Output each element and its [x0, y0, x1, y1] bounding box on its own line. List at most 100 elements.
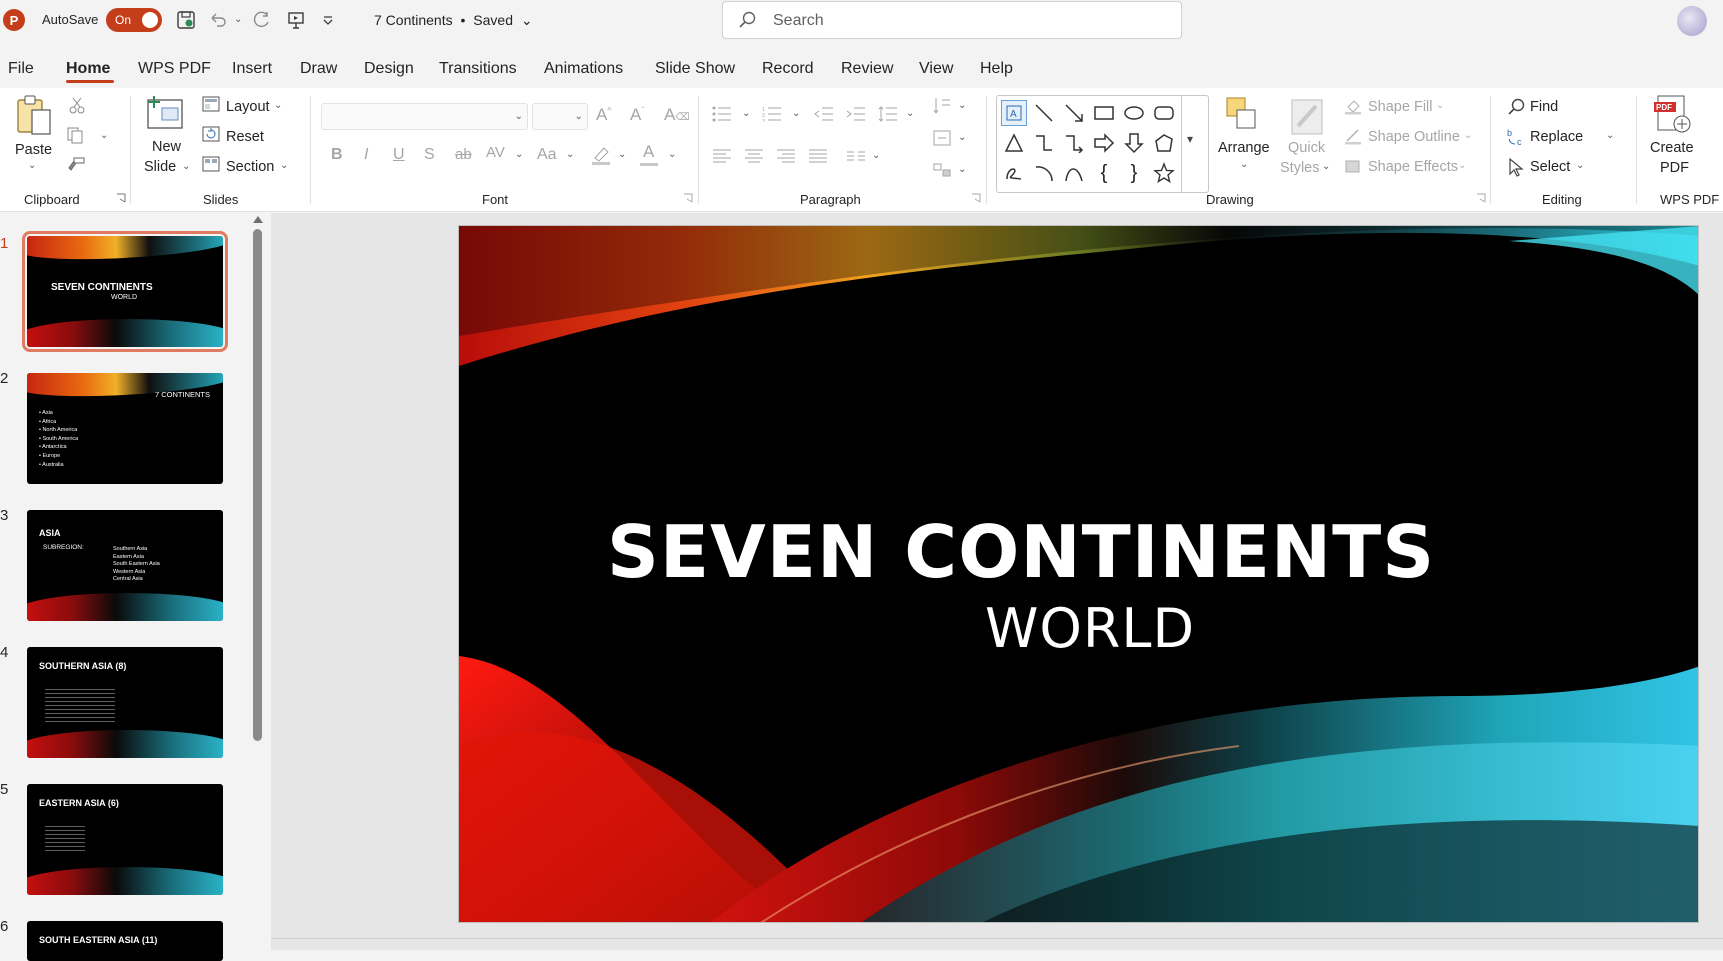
- clear-formatting-icon[interactable]: A⌫: [664, 105, 689, 125]
- chevron-down-icon[interactable]: ⌄: [906, 108, 914, 119]
- shape-outline-icon[interactable]: [1344, 127, 1362, 145]
- arrow-line-shape-icon[interactable]: [1061, 100, 1087, 126]
- right-arrow-shape-icon[interactable]: [1091, 130, 1117, 156]
- section-label[interactable]: Section: [226, 159, 274, 175]
- save-icon[interactable]: [174, 8, 198, 32]
- find-icon[interactable]: [1506, 97, 1526, 117]
- font-name-combo[interactable]: ⌄: [321, 103, 528, 130]
- quick-styles-dropdown-icon[interactable]: ⌄: [1322, 161, 1330, 172]
- copy-dropdown-icon[interactable]: ⌄: [100, 130, 108, 141]
- tab-record[interactable]: Record: [762, 60, 814, 78]
- elbow-arrow-shape-icon[interactable]: [1061, 130, 1087, 156]
- tab-wps-pdf[interactable]: WPS PDF: [138, 60, 211, 78]
- numbering-icon[interactable]: 123: [762, 106, 782, 122]
- chevron-down-icon[interactable]: ⌄: [958, 100, 966, 111]
- freeform-shape-icon[interactable]: [1151, 130, 1177, 156]
- highlight-icon[interactable]: [590, 144, 612, 166]
- tab-home[interactable]: Home: [66, 60, 110, 78]
- select-label[interactable]: Select: [1530, 159, 1570, 175]
- new-slide-icon[interactable]: [146, 94, 186, 134]
- reset-label[interactable]: Reset: [226, 129, 264, 145]
- italic-icon[interactable]: I: [364, 146, 368, 164]
- chevron-down-icon[interactable]: ⌄: [872, 150, 880, 161]
- dialog-launcher-icon[interactable]: [683, 193, 693, 203]
- autosave-toggle[interactable]: On: [106, 8, 162, 32]
- font-color-icon[interactable]: A: [643, 142, 654, 162]
- line-spacing-icon[interactable]: [878, 106, 898, 122]
- paste-icon[interactable]: [14, 94, 54, 138]
- paste-label[interactable]: Paste: [15, 142, 52, 158]
- layout-icon[interactable]: [202, 96, 220, 112]
- find-label[interactable]: Find: [1530, 99, 1558, 115]
- shape-effects-label[interactable]: Shape Effects: [1368, 159, 1458, 175]
- increase-font-size-icon[interactable]: A^: [596, 105, 612, 125]
- tab-slide-show[interactable]: Slide Show: [655, 60, 735, 78]
- document-title[interactable]: 7 Continents • Saved ⌄: [374, 12, 533, 29]
- slide-thumbnail-1[interactable]: SEVEN CONTINENTS WORLD: [22, 231, 228, 352]
- justify-icon[interactable]: [808, 148, 828, 164]
- undo-icon[interactable]: [206, 8, 230, 32]
- chevron-down-icon[interactable]: ⌄: [742, 108, 750, 119]
- scroll-up-icon[interactable]: [253, 216, 263, 223]
- underline-icon[interactable]: U: [393, 146, 405, 164]
- bold-icon[interactable]: B: [331, 146, 343, 164]
- align-right-icon[interactable]: [776, 148, 796, 164]
- shape-fill-icon[interactable]: [1344, 97, 1362, 115]
- left-brace-shape-icon[interactable]: {: [1091, 160, 1117, 186]
- thumbnail-scrollbar[interactable]: [253, 229, 262, 741]
- text-direction-icon[interactable]: [932, 96, 952, 116]
- curve-shape-icon[interactable]: [1061, 160, 1087, 186]
- shape-fill-label[interactable]: Shape Fill: [1368, 99, 1432, 115]
- decrease-indent-icon[interactable]: [814, 106, 834, 122]
- tab-transitions[interactable]: Transitions: [439, 60, 517, 78]
- character-spacing-icon[interactable]: AV: [486, 144, 505, 161]
- account-avatar[interactable]: [1677, 6, 1707, 36]
- create-pdf-label-1[interactable]: Create: [1650, 140, 1694, 156]
- scribble-shape-icon[interactable]: [1001, 160, 1027, 186]
- chevron-down-icon[interactable]: ⌄: [958, 164, 966, 175]
- bullets-icon[interactable]: [712, 106, 732, 122]
- paste-dropdown-icon[interactable]: ⌄: [28, 160, 36, 171]
- editor-bottom-scrollbar[interactable]: [271, 938, 1723, 950]
- tab-view[interactable]: View: [919, 60, 953, 78]
- redo-icon[interactable]: [250, 8, 274, 32]
- dialog-launcher-icon[interactable]: [1476, 193, 1486, 203]
- arrange-dropdown-icon[interactable]: ⌄: [1240, 159, 1248, 170]
- slide-thumbnail-pane[interactable]: 1 SEVEN CONTINENTS WORLD 2 7 CONTINENTS …: [0, 213, 270, 961]
- align-left-icon[interactable]: [712, 148, 732, 164]
- search-box[interactable]: Search: [722, 1, 1182, 39]
- slide-thumbnail-3[interactable]: ASIA SUBREGION: Southern Asia Eastern As…: [27, 510, 223, 621]
- tab-file[interactable]: File: [8, 60, 34, 78]
- create-pdf-icon[interactable]: PDF: [1652, 94, 1694, 136]
- strikethrough-icon[interactable]: ab: [455, 146, 472, 163]
- arrange-icon[interactable]: [1225, 96, 1261, 136]
- slide-thumbnail-4[interactable]: SOUTHERN ASIA (8): [27, 647, 223, 758]
- slide-thumbnail-2[interactable]: 7 CONTINENTS • Asia • Africa • North Ame…: [27, 373, 223, 484]
- align-center-icon[interactable]: [744, 148, 764, 164]
- arc-shape-icon[interactable]: [1031, 160, 1057, 186]
- present-from-beginning-icon[interactable]: [284, 8, 308, 32]
- replace-icon[interactable]: bc: [1506, 127, 1526, 147]
- layout-dropdown-icon[interactable]: ⌄: [274, 100, 282, 111]
- layout-label[interactable]: Layout: [226, 99, 270, 115]
- increase-indent-icon[interactable]: [846, 106, 866, 122]
- text-shadow-icon[interactable]: S: [424, 146, 435, 164]
- chevron-down-icon[interactable]: ⌄: [792, 108, 800, 119]
- tab-animations[interactable]: Animations: [544, 60, 623, 78]
- line-shape-icon[interactable]: [1031, 100, 1057, 126]
- shape-outline-label[interactable]: Shape Outline: [1368, 129, 1460, 145]
- shape-effects-icon[interactable]: [1344, 157, 1362, 175]
- format-painter-icon[interactable]: [66, 156, 86, 174]
- chevron-down-icon[interactable]: ⌄: [515, 149, 523, 160]
- right-brace-shape-icon[interactable]: }: [1121, 160, 1147, 186]
- text-box-shape-icon[interactable]: A: [1001, 100, 1027, 126]
- tab-insert[interactable]: Insert: [232, 60, 272, 78]
- customize-toolbar-icon[interactable]: [316, 8, 340, 32]
- select-cursor-icon[interactable]: [1506, 157, 1526, 177]
- oval-shape-icon[interactable]: [1121, 100, 1147, 126]
- chevron-down-icon[interactable]: ⌄: [958, 132, 966, 143]
- dialog-launcher-icon[interactable]: [116, 193, 126, 203]
- new-slide-dropdown-icon[interactable]: ⌄: [182, 161, 190, 172]
- gallery-more-icon[interactable]: ▾: [1187, 132, 1193, 146]
- select-dropdown-icon[interactable]: ⌄: [1576, 160, 1584, 171]
